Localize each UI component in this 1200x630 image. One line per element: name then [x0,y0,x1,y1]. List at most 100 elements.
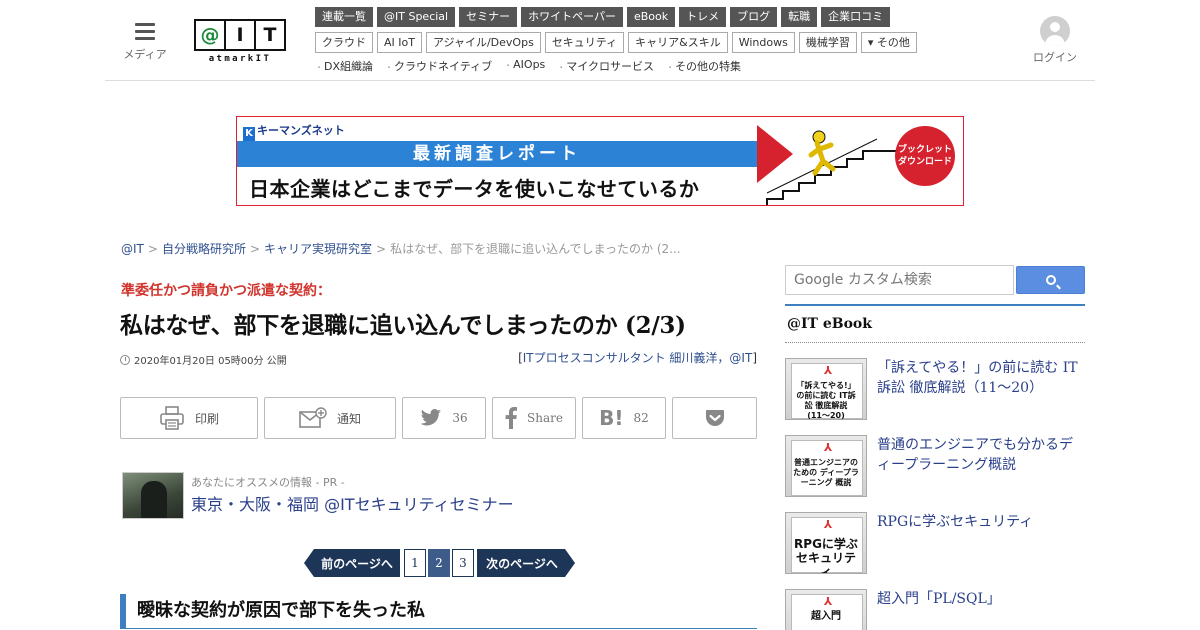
facebook-icon [505,407,518,429]
breadcrumb-item[interactable]: @IT [121,242,144,256]
pdf-icon: ⅄ [823,364,833,377]
media-menu-label: メディア [123,48,167,61]
article-title: 私はなぜ、部下を退職に追い込んでしまったのか (2/3) [120,312,686,339]
author-link[interactable]: ITプロセスコンサルタント 細川義洋，@IT [523,351,753,365]
section-heading: 曖昧な契約が原因で部下を失った私 [120,594,757,629]
ebook-link[interactable]: 普通のエンジニアでも分かるディープラーニング概説 [877,435,1085,475]
nav-item-toreme[interactable]: トレメ [679,7,727,27]
ebook-cover[interactable]: ⅄ 普通エンジニアのための ディープラーニング 概説 [785,435,867,497]
printer-icon [160,406,184,430]
pocket-icon [705,410,724,426]
search-input[interactable] [785,265,1014,295]
site-logo[interactable]: @ I T atmarkIT [194,19,286,65]
twitter-share-button[interactable]: 36 [402,397,486,439]
nav-item-blog[interactable]: ブログ [730,7,778,27]
category-nav: クラウド AI IoT アジャイル/DevOps セキュリティ キャリア&スキル… [315,32,917,53]
ebook-section-top-rule [785,304,1085,306]
breadcrumb-separator: > [147,241,158,256]
breadcrumb-item[interactable]: 自分戦略研究所 [162,240,246,257]
booklet-download-badge[interactable]: ブックレット ダウンロード [895,126,955,186]
search-button[interactable] [1016,266,1085,294]
pr-label: あなたにオススメの情報 - PR - [191,476,345,489]
ebook-cover-title: 普通エンジニアのための ディープラーニング 概説 [793,458,859,487]
login-button[interactable]: ログイン [1028,16,1082,65]
page-number-1[interactable]: 1 [404,549,426,577]
nav-item-seminar[interactable]: セミナー [459,7,518,27]
print-button[interactable]: 印刷 [120,397,258,439]
ebook-cover[interactable]: ⅄ RPGに学ぶ セキュリティ [785,512,867,574]
ebook-cover[interactable]: ⅄ 超入門 [785,589,867,630]
ebook-link[interactable]: RPGに学ぶセキュリティ [877,512,1085,532]
stairs-climber-illustration [757,125,897,205]
nav-item-series[interactable]: 連載一覧 [315,7,373,27]
category-career-skill[interactable]: キャリア&スキル [628,32,728,53]
nav-item-special[interactable]: @IT Special [377,7,456,27]
pocket-button[interactable] [672,397,757,439]
clock-icon [120,354,130,365]
nav-item-jobs[interactable]: 転職 [781,7,818,27]
feature-link[interactable]: AIOps [504,58,545,74]
ebook-link[interactable]: 「訴えてやる！」の前に読む IT訴訟 徹底解説（11～20） [877,358,1085,398]
page-number-2-current[interactable]: 2 [428,549,450,577]
ad-banner[interactable]: K キーマンズネット 最新調査レポート 日本企業はどこまでデータを使いこなせている… [236,116,964,206]
hatena-bookmark-button[interactable]: B! 82 [582,397,666,439]
primary-nav: 連載一覧 @IT Special セミナー ホワイトペーパー eBook トレメ… [315,7,891,27]
breadcrumb: @IT > 自分戦略研究所 > キャリア実現研究室 > 私はなぜ、部下を退職に追… [121,240,681,257]
logo-subtext: atmarkIT [208,54,272,64]
publish-date: 2020年01月20日 05時00分 公開 [120,352,287,367]
notify-label: 通知 [336,411,361,426]
category-ai-iot[interactable]: AI IoT [377,32,422,53]
logo-letter: T [254,21,284,49]
byline-bracket: ] [752,351,757,365]
hatena-count: 82 [633,411,649,425]
login-label: ログイン [1033,51,1077,64]
facebook-share-button[interactable]: Share [492,397,576,439]
nav-item-whitepaper[interactable]: ホワイトペーパー [521,7,623,27]
twitter-count: 36 [452,411,468,425]
ebook-cover-title: 「訴えてやる!」の前に読む IT訴訟 徹底解説 (11〜20) [796,381,856,420]
page-number-3[interactable]: 3 [452,549,474,577]
prev-page-button[interactable]: 前のページへ [304,549,400,577]
logo-letter: I [224,21,254,49]
category-more-dropdown[interactable]: ▾ その他 [860,32,917,53]
logo-letter: @ [200,24,220,46]
ebook-cover-title: RPGに学ぶ セキュリティ [794,537,858,574]
pdf-icon: ⅄ [823,518,833,531]
keymans-logo-icon: K [243,127,255,141]
twitter-icon [420,409,442,426]
pr-link[interactable]: 東京・大阪・福岡 @ITセキュリティセミナー [191,491,514,515]
next-page-button[interactable]: 次のページへ [477,549,575,577]
category-machine-learning[interactable]: 機械学習 [798,32,857,53]
nav-item-ebook[interactable]: eBook [626,7,676,27]
ebook-link[interactable]: 超入門「PL/SQL」 [877,589,1085,609]
category-cloud[interactable]: クラウド [315,32,373,53]
notify-button[interactable]: 通知 [264,397,396,439]
category-agile-devops[interactable]: アジャイル/DevOps [425,32,541,53]
byline: [ITプロセスコンサルタント 細川義洋，@IT] [518,349,757,366]
ebook-cover-title: 超入門 [811,611,841,622]
ebook-cover[interactable]: ⅄ 「訴えてやる!」の前に読む IT訴訟 徹底解説 (11〜20) [785,358,867,420]
category-windows[interactable]: Windows [731,32,795,53]
banner-headline: 最新調査レポート [237,141,757,167]
breadcrumb-item[interactable]: キャリア実現研究室 [264,240,372,257]
print-label: 印刷 [194,411,219,426]
pdf-icon: ⅄ [823,595,833,608]
pdf-icon: ⅄ [823,441,833,454]
ebook-section-divider [785,342,1085,343]
nav-item-company-reviews[interactable]: 企業口コミ [821,7,891,27]
banner-subline: 日本企業はどこまでデータを使いこなせているか [249,177,700,201]
article-kicker: 準委任かつ請負かつ派遣な契約： [121,283,331,299]
breadcrumb-separator: > [249,241,261,256]
feature-link[interactable]: DX組織論 [315,58,373,74]
hatena-icon: B! [599,406,624,430]
media-menu-button[interactable]: メディア [122,22,168,62]
feature-link[interactable]: その他の特集 [666,58,741,74]
header-divider [105,80,1095,81]
pr-thumbnail[interactable] [122,472,184,519]
facebook-label: Share [527,411,563,425]
category-security[interactable]: セキュリティ [544,32,625,53]
feature-link[interactable]: マイクロサービス [557,58,654,74]
mail-notify-icon [299,407,327,428]
feature-link[interactable]: クラウドネイティブ [385,58,492,74]
breadcrumb-current: 私はなぜ、部下を退職に追い込んでしまったのか (2... [390,242,681,256]
